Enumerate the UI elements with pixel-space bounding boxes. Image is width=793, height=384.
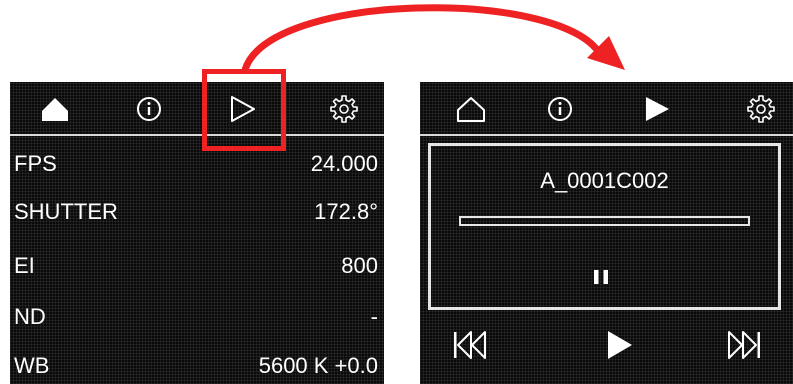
row-label: ND	[14, 304, 46, 329]
toolbar-divider	[10, 134, 384, 136]
pause-icon[interactable]	[586, 262, 616, 292]
row-value: 24.000	[310, 151, 378, 176]
row-label: EI	[14, 253, 35, 278]
row-value: 172.8°	[314, 199, 378, 224]
left-panel: FPS 24.000 SHUTTER 172.8° EI 800 ND - WB…	[10, 82, 384, 384]
info-icon[interactable]	[545, 94, 575, 124]
skip-forward-icon[interactable]	[726, 328, 762, 362]
row-value: -	[370, 304, 378, 329]
row-wb[interactable]: WB 5600 K +0.0	[10, 346, 384, 384]
playback-panel: A_0001C002	[428, 143, 781, 310]
row-shutter[interactable]: SHUTTER 172.8°	[10, 192, 384, 232]
row-ei[interactable]: EI 800	[10, 246, 384, 286]
right-panel: A_0001C002	[420, 82, 793, 384]
home-filled-icon[interactable]	[40, 94, 70, 124]
right-toolbar	[420, 82, 793, 132]
progress-bar[interactable]	[459, 216, 750, 226]
play-filled-icon[interactable]	[642, 94, 672, 124]
info-icon[interactable]	[134, 94, 164, 124]
skip-back-icon[interactable]	[452, 328, 488, 362]
row-value: 800	[341, 253, 378, 278]
row-label: FPS	[14, 151, 57, 176]
gear-icon[interactable]	[746, 94, 776, 124]
play-tab-highlight	[202, 69, 286, 151]
toolbar-divider	[420, 134, 793, 136]
row-label: WB	[14, 353, 50, 378]
row-label: SHUTTER	[14, 199, 118, 224]
play-icon[interactable]	[600, 328, 636, 362]
row-fps[interactable]: FPS 24.000	[10, 144, 384, 184]
home-outline-icon[interactable]	[456, 94, 486, 124]
clip-name: A_0001C002	[540, 168, 669, 193]
left-toolbar	[10, 82, 384, 132]
row-nd[interactable]: ND -	[10, 297, 384, 337]
gear-icon[interactable]	[329, 94, 359, 124]
row-value: 5600 K +0.0	[258, 353, 378, 378]
